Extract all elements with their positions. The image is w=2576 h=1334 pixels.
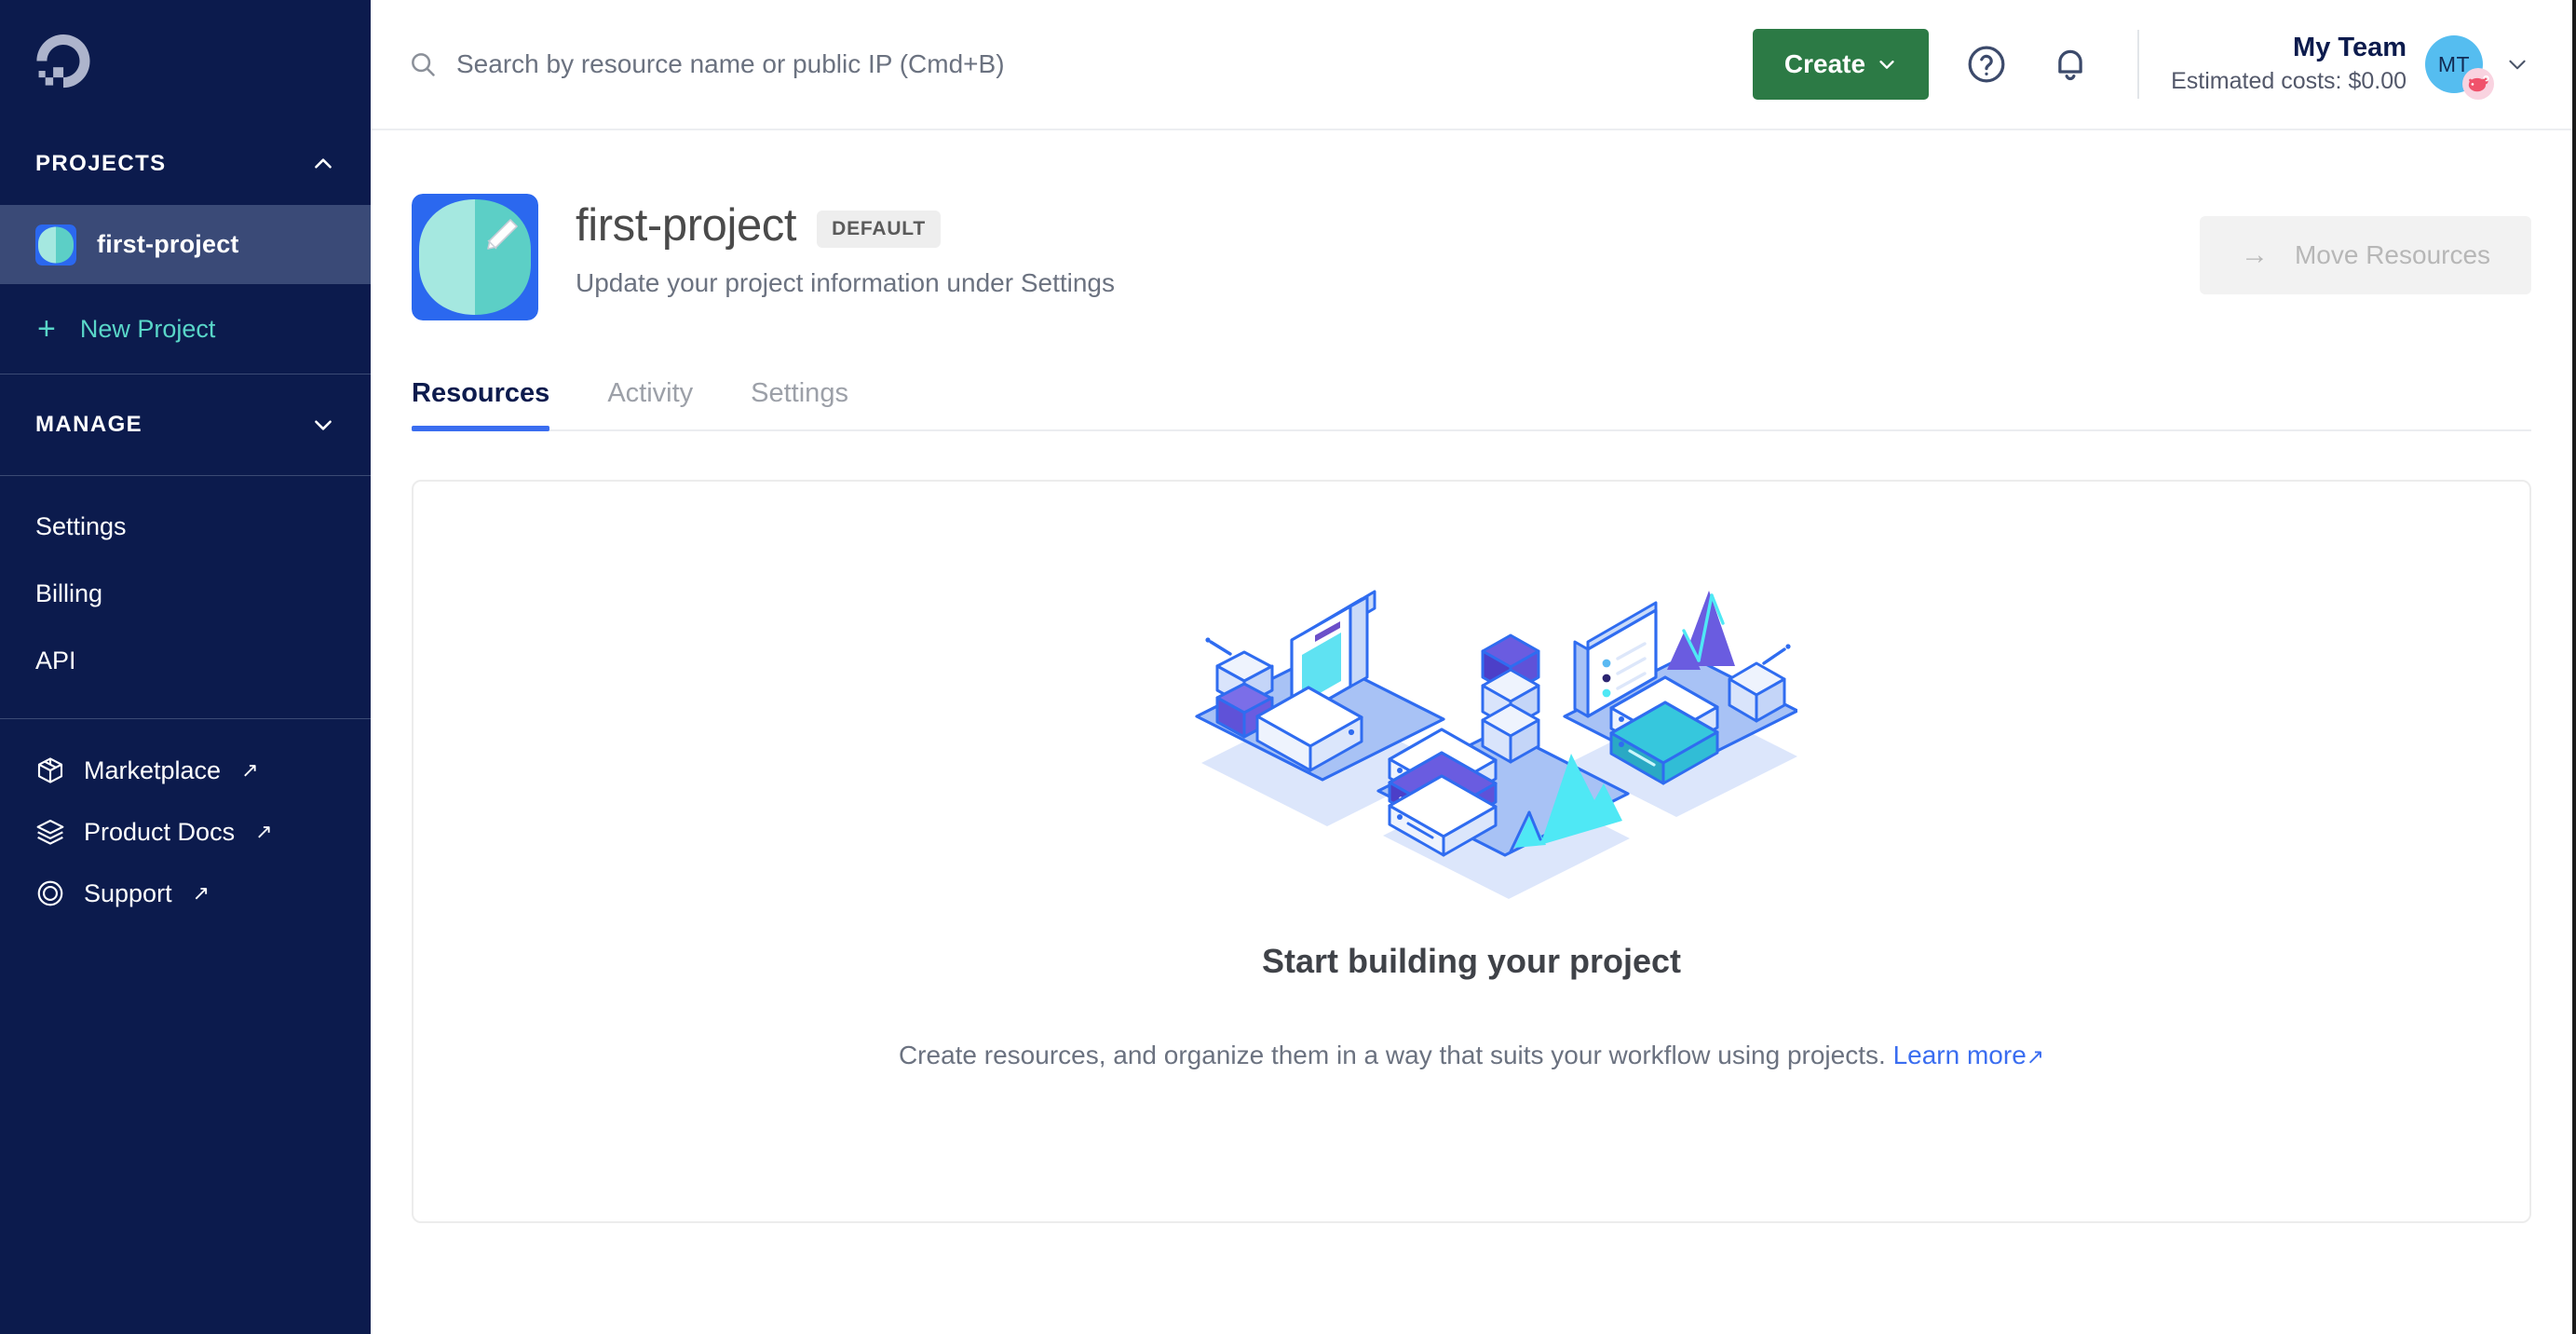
sidebar-section-projects-header[interactable]: PROJECTS xyxy=(0,123,371,205)
learn-more-link[interactable]: Learn more↗ xyxy=(1893,1041,2044,1069)
sidebar-item-first-project[interactable]: first-project xyxy=(0,205,371,284)
learn-more-label: Learn more xyxy=(1892,1041,2027,1069)
tab-label: Activity xyxy=(607,378,694,408)
chevron-up-icon[interactable] xyxy=(311,152,335,176)
help-button[interactable] xyxy=(1960,38,2013,90)
question-circle-icon xyxy=(1965,43,2008,86)
sidebar-item-label: Support xyxy=(84,878,172,907)
external-link-icon: ↗ xyxy=(255,820,273,843)
sidebar-item-label: Settings xyxy=(35,511,127,540)
project-title-row: first-project DEFAULT xyxy=(576,199,2200,252)
project-subtitle: Update your project information under Se… xyxy=(576,268,1115,297)
external-link-icon: ↗ xyxy=(241,758,259,782)
external-link-icon: ↗ xyxy=(2026,1044,2045,1069)
external-link-icon: ↗ xyxy=(192,881,210,905)
project-avatar-icon[interactable] xyxy=(412,194,538,320)
chevron-down-icon xyxy=(1877,54,1897,75)
layers-icon xyxy=(35,817,65,847)
bell-icon xyxy=(2049,43,2092,86)
move-resources-label: Move Resources xyxy=(2294,240,2491,269)
topbar-divider xyxy=(2137,30,2140,99)
main-area: Create xyxy=(371,0,2576,1334)
empty-state-card: Start building your project Create resou… xyxy=(412,480,2531,1223)
sidebar-item-api[interactable]: API xyxy=(0,627,371,694)
empty-state-description-text: Create resources, and organize them in a… xyxy=(898,1041,1886,1069)
avatar[interactable]: MT xyxy=(2425,35,2494,100)
tab-activity[interactable]: Activity xyxy=(607,378,693,429)
empty-state-title: Start building your project xyxy=(1261,942,1682,980)
notifications-button[interactable] xyxy=(2044,38,2096,90)
isometric-cloud-resources-illustration-icon xyxy=(1146,482,1797,903)
search-input[interactable] xyxy=(456,49,1753,79)
estimated-costs: Estimated costs: $0.00 xyxy=(2171,67,2407,94)
sidebar-item-billing[interactable]: Billing xyxy=(0,560,371,627)
arrow-right-icon: → xyxy=(2240,239,2269,270)
sidebar-item-marketplace[interactable]: Marketplace ↗ xyxy=(0,740,371,801)
create-button[interactable]: Create xyxy=(1752,29,1930,100)
sidebar-item-settings[interactable]: Settings xyxy=(0,493,371,560)
project-tabs: Resources Activity Settings xyxy=(412,378,2531,431)
projects-section-label: PROJECTS xyxy=(35,151,167,176)
sidebar-item-product-docs[interactable]: Product Docs ↗ xyxy=(0,801,371,863)
sidebar-item-support[interactable]: Support ↗ xyxy=(0,863,371,924)
page-title: first-project xyxy=(576,200,797,251)
empty-state-description: Create resources, and organize them in a… xyxy=(899,1041,2044,1070)
account-menu[interactable]: My Team Estimated costs: $0.00 MT xyxy=(2171,33,2541,100)
content-area: first-project DEFAULT Update your projec… xyxy=(371,130,2572,1334)
project-meta: first-project DEFAULT Update your projec… xyxy=(576,190,2200,298)
new-project-label: New Project xyxy=(79,314,216,343)
status-badge: DEFAULT xyxy=(817,211,941,248)
piggy-bank-icon xyxy=(2462,68,2494,100)
sidebar-item-label: Product Docs xyxy=(84,817,236,846)
chevron-down-icon[interactable] xyxy=(311,413,335,437)
project-avatar-icon xyxy=(35,224,76,265)
plus-icon: + xyxy=(37,311,56,347)
digitalocean-logo-icon xyxy=(35,34,91,89)
cube-icon xyxy=(35,755,65,785)
team-name: My Team xyxy=(2293,32,2407,62)
sidebar-section-manage-header[interactable]: MANAGE xyxy=(0,374,371,475)
search-container[interactable] xyxy=(408,49,1753,79)
sidebar-item-label: API xyxy=(35,646,76,674)
account-text: My Team Estimated costs: $0.00 xyxy=(2171,33,2407,97)
sidebar-external-links: Marketplace ↗ Product Docs ↗ Support ↗ xyxy=(0,719,371,924)
manage-section-label: MANAGE xyxy=(35,412,143,437)
sidebar-item-label: Marketplace xyxy=(84,755,222,784)
move-resources-button[interactable]: → Move Resources xyxy=(2200,216,2531,294)
search-icon xyxy=(408,49,438,79)
tab-resources[interactable]: Resources xyxy=(412,378,550,431)
sidebar-item-label: first-project xyxy=(97,230,239,258)
sidebar-item-label: Billing xyxy=(35,579,103,607)
sidebar-manage-links: Settings Billing API xyxy=(0,476,371,718)
chevron-down-icon[interactable] xyxy=(2501,52,2529,76)
create-button-label: Create xyxy=(1783,49,1866,78)
tab-label: Settings xyxy=(751,378,848,408)
logo-container[interactable] xyxy=(0,0,371,123)
project-header: first-project DEFAULT Update your projec… xyxy=(412,130,2531,320)
tab-settings[interactable]: Settings xyxy=(751,378,848,429)
app-root: PROJECTS first-project + New Project MAN… xyxy=(0,0,2576,1334)
topbar: Create xyxy=(371,0,2572,130)
sidebar-new-project-button[interactable]: + New Project xyxy=(0,284,371,374)
lifering-icon xyxy=(35,878,65,908)
sidebar: PROJECTS first-project + New Project MAN… xyxy=(0,0,371,1334)
tab-label: Resources xyxy=(412,378,550,408)
